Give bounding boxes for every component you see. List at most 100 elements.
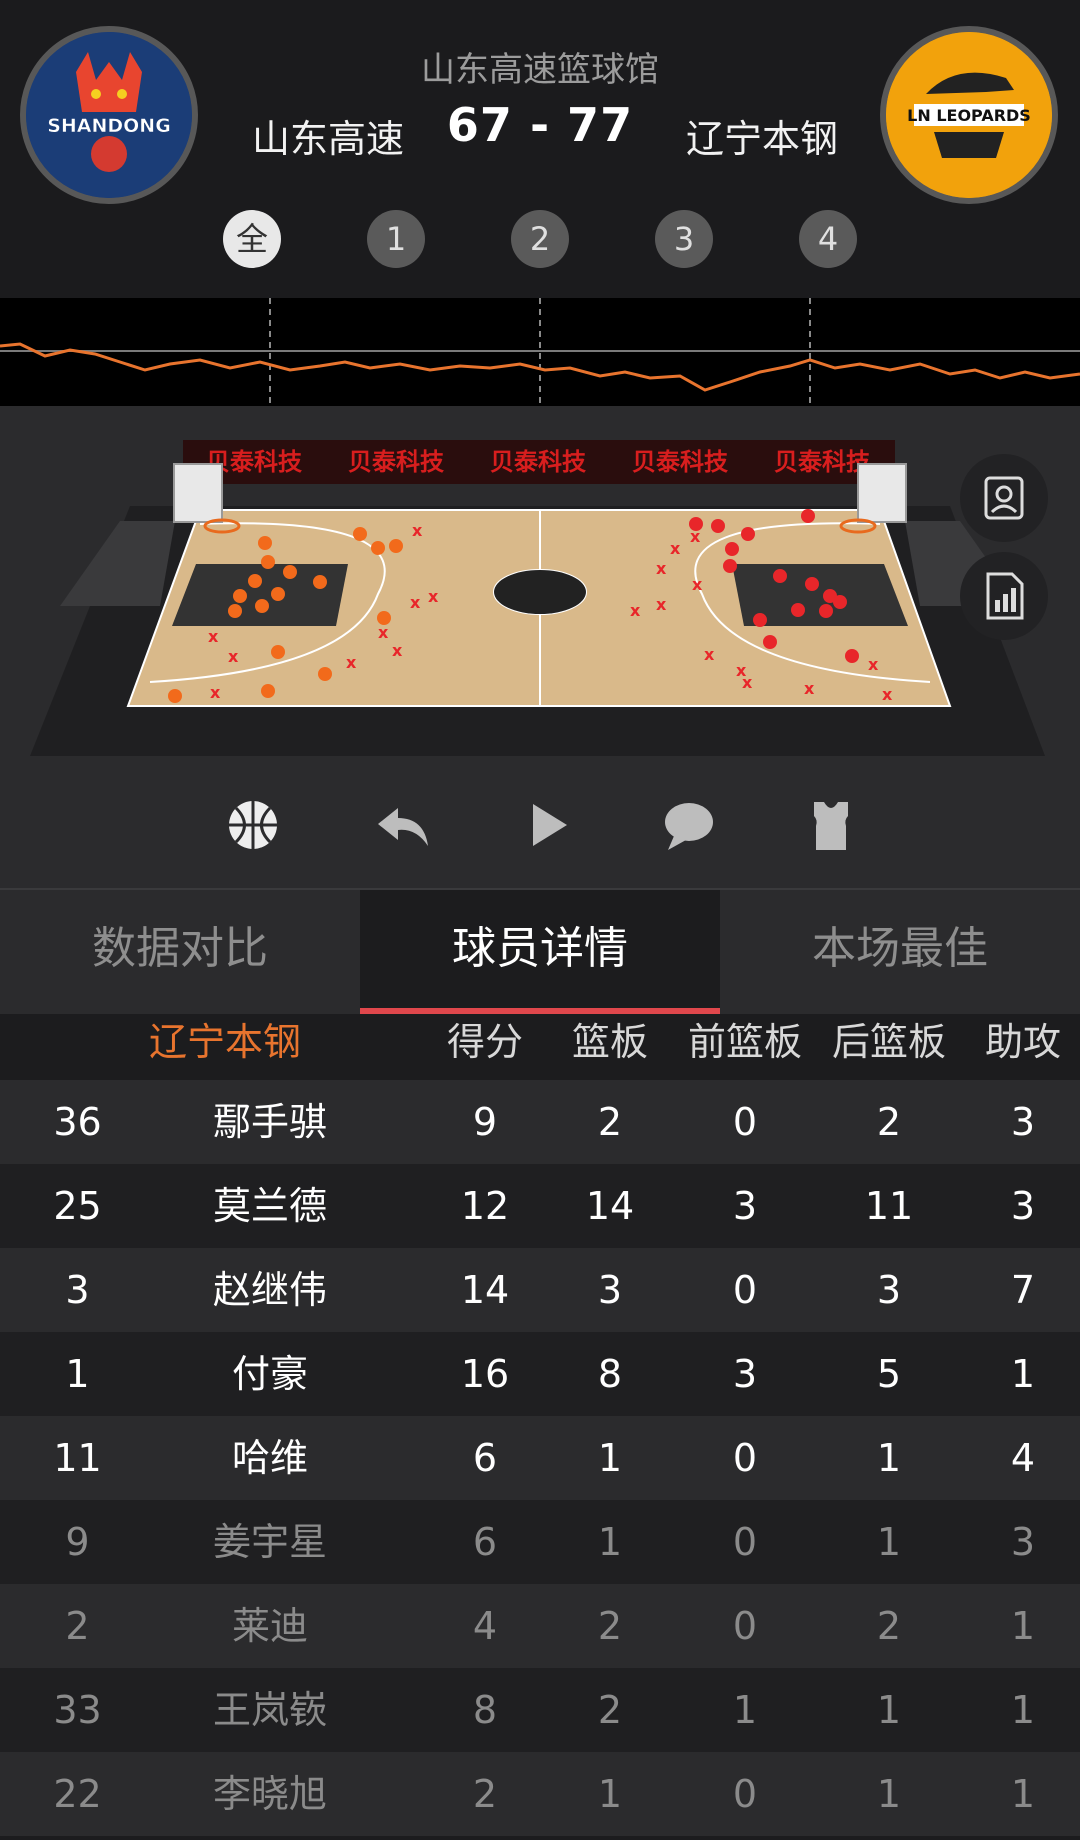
- play-icon[interactable]: [515, 792, 581, 858]
- tab-data-compare[interactable]: 数据对比: [0, 890, 360, 1008]
- svg-text:x: x: [378, 623, 389, 642]
- player-filter-button[interactable]: [960, 454, 1048, 542]
- svg-text:x: x: [690, 527, 701, 546]
- assists-value: 1: [1010, 1688, 1036, 1732]
- player-name: 鄢手骐: [212, 1100, 327, 1144]
- offensive-rebounds-value: 0: [732, 1268, 758, 1312]
- chart-report-icon: [986, 572, 1024, 620]
- offensive-rebounds-value: 0: [732, 1604, 758, 1648]
- player-name: 哈维: [231, 1436, 308, 1480]
- tab-player-details[interactable]: 球员详情: [360, 890, 720, 1008]
- offensive-rebounds-value: 3: [732, 1184, 758, 1228]
- quarter-selector: 全 1 2 3 4: [0, 210, 1080, 268]
- svg-text:x: x: [630, 601, 641, 620]
- stats-report-button[interactable]: [960, 552, 1048, 640]
- table-row[interactable]: 36 鄢手骐 9 2 0 2 3: [0, 1080, 1080, 1164]
- offensive-rebounds-value: 0: [732, 1772, 758, 1816]
- table-row[interactable]: 11 哈维 6 1 0 1 4: [0, 1416, 1080, 1500]
- svg-text:x: x: [428, 587, 439, 606]
- points-value: 16: [460, 1352, 510, 1396]
- player-name: 王岚嵚: [212, 1688, 327, 1732]
- rebounds-value: 8: [597, 1352, 623, 1396]
- defensive-rebounds-value: 1: [876, 1436, 902, 1480]
- points-value: 9: [472, 1100, 498, 1144]
- player-number: 25: [53, 1184, 102, 1228]
- svg-text:x: x: [670, 539, 681, 558]
- sponsor-text: 贝泰科技: [774, 448, 871, 476]
- table-row[interactable]: 33 王岚嵚 8 2 1 1 1: [0, 1668, 1080, 1752]
- column-header-defensive-rebounds: 后篮板: [831, 1020, 946, 1064]
- svg-text:x: x: [210, 683, 221, 702]
- offensive-rebounds-value: 3: [732, 1352, 758, 1396]
- points-value: 2: [472, 1772, 498, 1816]
- defensive-rebounds-value: 1: [876, 1520, 902, 1564]
- rebounds-value: 2: [597, 1688, 623, 1732]
- away-team-logo[interactable]: LN LEOPARDS: [880, 26, 1058, 204]
- assists-value: 1: [1010, 1604, 1036, 1648]
- quarter-4-button[interactable]: 4: [799, 210, 857, 268]
- rebounds-value: 1: [597, 1772, 623, 1816]
- svg-text:x: x: [410, 593, 421, 612]
- table-row[interactable]: 9 姜宇星 6 1 0 1 3: [0, 1500, 1080, 1584]
- assists-value: 3: [1010, 1100, 1036, 1144]
- svg-text:x: x: [742, 673, 753, 692]
- player-name: 赵继伟: [212, 1268, 327, 1312]
- table-row[interactable]: 2 莱迪 4 2 0 2 1: [0, 1584, 1080, 1668]
- svg-text:x: x: [804, 679, 815, 698]
- defensive-rebounds-value: 5: [876, 1352, 902, 1396]
- sponsor-text: 贝泰科技: [348, 448, 445, 476]
- table-row[interactable]: 3 赵继伟 14 3 0 3 7: [0, 1248, 1080, 1332]
- svg-text:x: x: [656, 559, 667, 578]
- sponsor-banner: 贝泰科技 贝泰科技 贝泰科技 贝泰科技 贝泰科技: [183, 440, 895, 484]
- home-logo-text: SHANDONG: [47, 115, 171, 137]
- points-value: 8: [472, 1688, 498, 1732]
- assists-value: 1: [1010, 1352, 1036, 1396]
- column-header-rebounds: 篮板: [571, 1020, 648, 1064]
- home-team-name: 山东高速: [252, 117, 405, 161]
- player-name: 莱迪: [231, 1604, 308, 1648]
- defensive-rebounds-value: 2: [876, 1604, 902, 1648]
- points-value: 6: [472, 1436, 498, 1480]
- table-row[interactable]: 25 莫兰德 12 14 3 11 3: [0, 1164, 1080, 1248]
- match-header: SHANDONG 山东高速篮球馆 山东高速 67 - 77 辽宁本钢 LN LE…: [0, 0, 1080, 298]
- svg-text:x: x: [868, 655, 879, 674]
- jersey-icon[interactable]: [798, 792, 864, 858]
- table-row[interactable]: 1 付豪 16 8 3 5 1: [0, 1332, 1080, 1416]
- quarter-1-button[interactable]: 1: [367, 210, 425, 268]
- rebounds-value: 3: [597, 1268, 623, 1312]
- away-team-name: 辽宁本钢: [686, 117, 839, 161]
- offensive-rebounds-value: 1: [732, 1688, 758, 1732]
- column-header-assists: 助攻: [984, 1020, 1061, 1064]
- basketball-icon[interactable]: [220, 792, 286, 858]
- player-name: 莫兰德: [212, 1184, 327, 1228]
- svg-text:x: x: [228, 647, 239, 666]
- svg-text:x: x: [704, 645, 715, 664]
- player-name: 付豪: [231, 1352, 308, 1396]
- home-team-logo[interactable]: SHANDONG: [20, 26, 198, 204]
- defensive-rebounds-value: 1: [876, 1772, 902, 1816]
- points-value: 14: [460, 1268, 510, 1312]
- assists-value: 4: [1010, 1436, 1036, 1480]
- quarter-3-button[interactable]: 3: [655, 210, 713, 268]
- rebounds-value: 2: [597, 1100, 623, 1144]
- player-number: 22: [53, 1772, 102, 1816]
- stats-table-header: 辽宁本钢 得分 篮板 前篮板 后篮板 助攻: [0, 1014, 1080, 1080]
- comment-icon[interactable]: [656, 792, 722, 858]
- venue-name: 山东高速篮球馆: [421, 50, 659, 90]
- player-number: 2: [65, 1604, 90, 1648]
- defensive-rebounds-value: 11: [864, 1184, 914, 1228]
- table-row[interactable]: 22 李晓旭 2 1 0 1 1: [0, 1752, 1080, 1836]
- quarter-all-button[interactable]: 全: [223, 210, 281, 268]
- player-number: 3: [65, 1268, 90, 1312]
- assists-value: 3: [1010, 1184, 1036, 1228]
- rebounds-value: 1: [597, 1436, 623, 1480]
- sponsor-text: 贝泰科技: [490, 448, 587, 476]
- svg-text:x: x: [656, 595, 667, 614]
- tab-best-of-game[interactable]: 本场最佳: [720, 890, 1080, 1008]
- away-logo-text: LN LEOPARDS: [907, 106, 1031, 125]
- replay-icon[interactable]: [370, 792, 436, 858]
- quarter-2-button[interactable]: 2: [511, 210, 569, 268]
- team-label: 辽宁本钢: [148, 1020, 301, 1064]
- sponsor-text: 贝泰科技: [632, 448, 729, 476]
- scoreboard: 67 - 77: [446, 98, 634, 152]
